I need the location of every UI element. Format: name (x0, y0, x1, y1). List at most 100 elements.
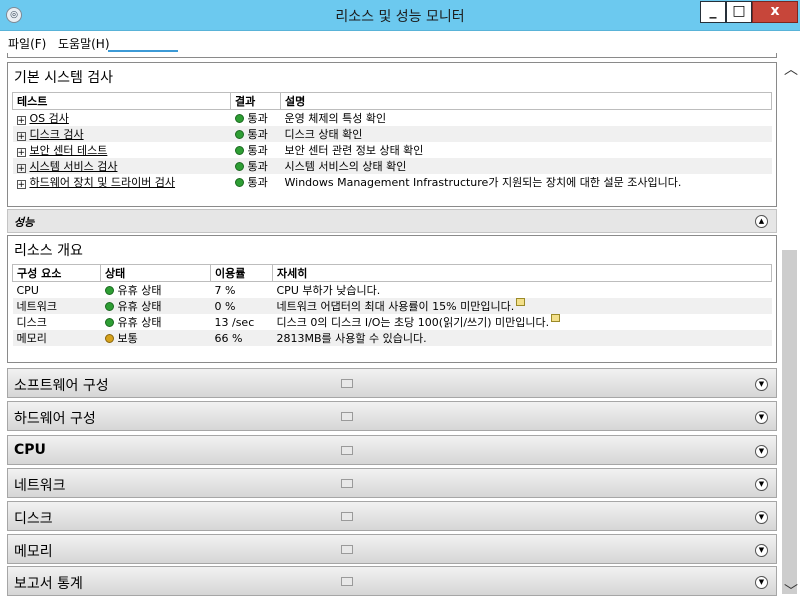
result-text: 통과 (247, 176, 268, 189)
component-text: 네트워크 (12, 298, 101, 314)
scroll-down-icon[interactable]: ﹀ (784, 581, 798, 601)
expand-icon[interactable]: + (16, 180, 26, 190)
status-icon (104, 318, 114, 327)
basic-checks-table: 테스트 결과 설명 + OS 검사 통과 운영 체제의 특성 확인 + 디스크 검사… (12, 92, 772, 190)
description-text: 보안 센터 관련 정보 상태 확인 (284, 144, 424, 157)
section-label: 네트워크 (14, 478, 66, 494)
menu-file[interactable]: 파일(F) (8, 35, 46, 52)
note-icon[interactable] (516, 298, 526, 306)
column-header-usage[interactable]: 이용률 (210, 264, 273, 282)
result-text: 통과 (247, 160, 268, 173)
expand-icon[interactable]: ▼ (755, 544, 768, 557)
result-text: 통과 (247, 144, 268, 157)
test-link[interactable]: 디스크 검사 (30, 128, 84, 141)
section-cpu[interactable]: CPU ▼ (7, 435, 777, 465)
section-memory[interactable]: 메모리 ▼ (7, 534, 777, 564)
result-text: 통과 (247, 128, 268, 141)
expand-icon[interactable]: ▼ (755, 445, 768, 458)
expand-icon[interactable]: ▼ (755, 576, 768, 589)
table-row: + 하드웨어 장치 및 드라이버 검사 통과 Windows Management… (13, 174, 772, 190)
scroll-thumb[interactable] (782, 250, 797, 594)
title-bar: ◎ 리소스 및 성능 모니터 _ □ x (0, 0, 800, 31)
usage-text: 13 /sec (214, 315, 255, 329)
section-label: 디스크 (14, 511, 53, 527)
column-header-result[interactable]: 결과 (230, 92, 281, 110)
usage-text: 66 % (210, 330, 273, 346)
section-software-config[interactable]: 소프트웨어 구성 ▼ (7, 368, 777, 398)
column-header-component[interactable]: 구성 요소 (12, 264, 101, 282)
status-text: 유휴 상태 (117, 316, 162, 329)
report-content: 기본 시스템 검사 테스트 결과 설명 + OS 검사 통과 운영 체제의 특성 … (7, 53, 778, 602)
detail-text: CPU 부하가 낮습니다. (276, 284, 381, 297)
vertical-scrollbar[interactable]: ︿ ﹀ (780, 53, 800, 602)
pass-status-icon (234, 146, 244, 155)
table-row: + 보안 센터 테스트 통과 보안 센터 관련 정보 상태 확인 (13, 142, 772, 158)
expand-icon[interactable]: ▼ (755, 478, 768, 491)
test-link[interactable]: 시스템 서비스 검사 (30, 160, 118, 173)
pass-status-icon (234, 130, 244, 139)
expand-icon[interactable]: + (16, 132, 26, 142)
section-hardware-config[interactable]: 하드웨어 구성 ▼ (7, 401, 777, 431)
performance-header[interactable]: 성능 ▲ (7, 209, 777, 233)
close-button[interactable]: x (752, 1, 798, 23)
usage-text: 7 % (214, 283, 236, 297)
menu-focus-indicator (108, 50, 178, 52)
grip-icon (341, 479, 353, 488)
test-link[interactable]: OS 검사 (30, 112, 69, 125)
grip-icon (341, 512, 353, 521)
section-network[interactable]: 네트워크 ▼ (7, 468, 777, 498)
detail-text: 2813MB를 사용할 수 있습니다. (272, 330, 772, 346)
expand-icon[interactable]: + (16, 116, 26, 126)
table-row: 디스크 유휴 상태 13 /sec 디스크 0의 디스크 I/O는 초당 100… (13, 314, 772, 330)
expand-icon[interactable]: ▼ (755, 411, 768, 424)
section-report-statistics[interactable]: 보고서 통계 ▼ (7, 566, 777, 596)
result-text: 통과 (247, 112, 268, 125)
maximize-button[interactable]: □ (726, 1, 752, 23)
table-row: + 디스크 검사 통과 디스크 상태 확인 (12, 126, 772, 142)
description-text: Windows Management Infrastructure가 지원되는 … (284, 176, 682, 189)
section-label: CPU (14, 442, 46, 458)
minimize-button[interactable]: _ (700, 1, 726, 23)
expand-icon[interactable]: ▼ (755, 511, 768, 524)
section-label: 메모리 (14, 544, 53, 560)
test-link[interactable]: 하드웨어 장치 및 드라이버 검사 (30, 176, 176, 189)
resource-overview-table: 구성 요소 상태 이용률 자세히 CPU 유휴 상태 7 % CPU 부하가 낮… (12, 264, 772, 346)
section-label: 보고서 통계 (14, 576, 83, 592)
detail-text: 네트워크 어댑터의 최대 사용률이 15% 미만입니다. (276, 300, 515, 313)
pass-status-icon (234, 162, 244, 171)
column-header-description[interactable]: 설명 (280, 92, 772, 110)
expand-icon[interactable]: ▼ (755, 378, 768, 391)
status-icon (104, 286, 114, 295)
table-row: + 시스템 서비스 검사 통과 시스템 서비스의 상태 확인 (12, 158, 772, 174)
note-icon[interactable] (551, 314, 561, 322)
component-text: CPU (16, 283, 39, 297)
description-text: 시스템 서비스의 상태 확인 (280, 158, 772, 174)
resource-overview-title: 리소스 개요 (14, 243, 83, 259)
expand-icon[interactable]: + (16, 148, 26, 158)
status-text: 보통 (117, 332, 138, 345)
pass-status-icon (234, 178, 244, 187)
section-disk[interactable]: 디스크 ▼ (7, 501, 777, 531)
table-row: + OS 검사 통과 운영 체제의 특성 확인 (13, 110, 772, 127)
description-text: 운영 체제의 특성 확인 (284, 112, 387, 125)
status-text: 유휴 상태 (117, 284, 162, 297)
detail-text: 디스크 0의 디스크 I/O는 초당 100(읽기/쓰기) 미만입니다. (276, 316, 550, 329)
description-text: 디스크 상태 확인 (280, 126, 772, 142)
column-header-status[interactable]: 상태 (100, 264, 211, 282)
scroll-up-icon[interactable]: ︿ (784, 59, 798, 79)
menu-help[interactable]: 도움말(H) (58, 35, 110, 52)
basic-system-checks-panel: 기본 시스템 검사 테스트 결과 설명 + OS 검사 통과 운영 체제의 특성 … (7, 62, 777, 207)
grip-icon (341, 379, 353, 388)
column-header-test[interactable]: 테스트 (12, 92, 231, 110)
grip-icon (341, 412, 353, 421)
column-header-detail[interactable]: 자세히 (272, 264, 772, 282)
test-link[interactable]: 보안 센터 테스트 (30, 144, 108, 157)
performance-label: 성능 (14, 216, 35, 229)
collapse-icon[interactable]: ▲ (755, 215, 768, 228)
status-icon (104, 302, 114, 311)
section-label: 하드웨어 구성 (14, 411, 96, 427)
status-icon (104, 334, 114, 343)
grip-icon (341, 545, 353, 554)
expand-icon[interactable]: + (16, 164, 26, 174)
basic-system-checks-title: 기본 시스템 검사 (14, 70, 114, 86)
